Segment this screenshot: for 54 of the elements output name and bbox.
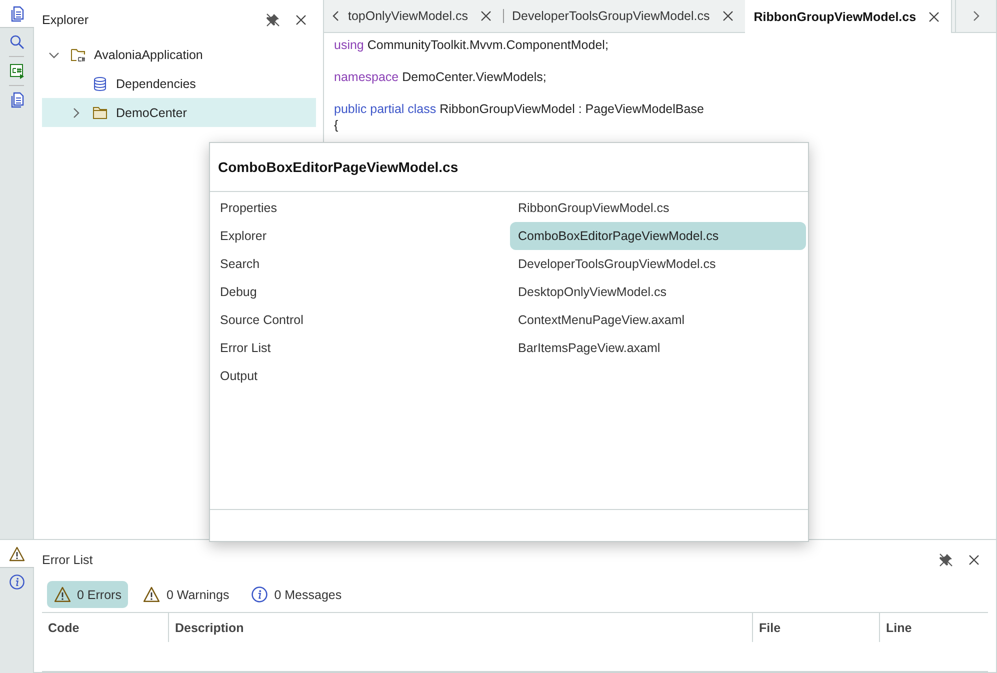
file-item[interactable]: ComboBoxEditorPageViewModel.cs	[510, 222, 806, 250]
column-header[interactable]: File	[752, 612, 880, 642]
filter-button[interactable]: 0 Messages	[244, 581, 349, 608]
panel-title: Explorer	[42, 13, 90, 27]
warning-icon	[143, 586, 160, 603]
csharp-file-icon	[8, 63, 24, 79]
filter-button[interactable]: 0 Warnings	[136, 581, 236, 608]
tool-window-item[interactable]: Source Control	[212, 306, 510, 334]
panel-title: Error List	[42, 552, 94, 566]
document-icon	[8, 92, 24, 108]
file-item[interactable]: BarItemsPageView.axaml	[510, 334, 806, 362]
code-line: {	[334, 118, 338, 132]
tree-item[interactable]: Dependencies	[42, 69, 316, 98]
tool-window-item[interactable]: Output	[212, 362, 510, 390]
file-item[interactable]: DeveloperToolsGroupViewModel.cs	[510, 250, 806, 278]
tree-item-label: AvaloniaApplication	[94, 48, 203, 62]
tool-window-item[interactable]: Explorer	[212, 222, 510, 250]
code-line: public partial class RibbonGroupViewModel : PageViewModelBase	[334, 102, 704, 116]
pin-button[interactable]	[938, 552, 954, 568]
code-line: namespace DemoCenter.ViewModels;	[334, 70, 546, 84]
editor-tab[interactable]: RibbonGroupViewModel.cs	[744, 0, 952, 33]
column-header[interactable]: Code	[42, 612, 168, 642]
tool-window-item[interactable]: Properties	[212, 194, 510, 222]
file-item[interactable]: ContextMenuPageView.axaml	[510, 306, 806, 334]
side-tab[interactable]	[0, 0, 34, 28]
tool-window-item[interactable]: Search	[212, 250, 510, 278]
pin-icon	[938, 552, 954, 568]
switcher-title: ComboBoxEditorPageViewModel.cs	[210, 143, 808, 192]
tree-item[interactable]: DemoCenter	[42, 98, 316, 127]
tree-item-label: DemoCenter	[116, 106, 187, 120]
pin-icon	[265, 12, 281, 28]
warning-icon	[9, 546, 25, 562]
side-tab[interactable]	[0, 540, 34, 568]
tool-window-item[interactable]: Error List	[212, 334, 510, 362]
editor-tab[interactable]: topOnlyViewModel.cs	[348, 0, 503, 32]
document-icon	[9, 6, 25, 22]
folder-icon	[92, 104, 108, 120]
search-icon	[8, 34, 24, 50]
info-icon	[8, 574, 24, 590]
column-header[interactable]: Description	[168, 612, 752, 642]
info-icon	[251, 586, 268, 603]
editor-tab[interactable]: DeveloperToolsGroupViewModel.cs	[502, 0, 745, 32]
warning-icon	[54, 586, 71, 603]
column-header[interactable]: Line	[880, 612, 988, 642]
file-item[interactable]: DesktopOnlyViewModel.cs	[510, 278, 806, 306]
filter-button[interactable]: 0 Errors	[47, 581, 128, 608]
pin-button[interactable]	[265, 12, 281, 28]
tree-item[interactable]: AvaloniaApplication	[42, 40, 316, 69]
database-icon	[92, 76, 108, 92]
code-line: using CommunityToolkit.Mvvm.ComponentModel;	[334, 38, 608, 52]
tree-item-label: Dependencies	[116, 76, 196, 90]
csharp-folder-icon	[70, 46, 86, 62]
file-item[interactable]: RibbonGroupViewModel.cs	[510, 194, 806, 222]
tool-window-item[interactable]: Debug	[212, 278, 510, 306]
